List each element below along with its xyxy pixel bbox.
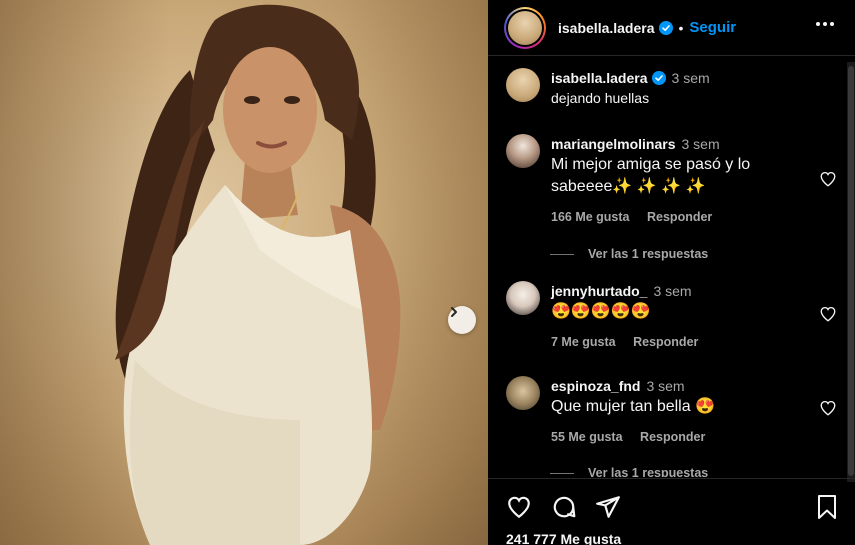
post-header: isabella.ladera • Seguir — [488, 0, 855, 56]
comment-username[interactable]: isabella.ladera — [551, 70, 648, 86]
comment-time[interactable]: 3 sem — [672, 70, 710, 86]
replies-line — [550, 253, 574, 255]
comment-username[interactable]: espinoza_fnd — [551, 378, 640, 394]
avatar[interactable] — [506, 281, 540, 315]
author-avatar-ring[interactable] — [504, 6, 546, 49]
avatar[interactable] — [506, 376, 540, 410]
comment-likes[interactable]: 166 Me gusta — [551, 210, 630, 224]
comments-list[interactable]: isabella.ladera 3 sem dejando huellas mar… — [488, 57, 855, 477]
scrollbar-thumb[interactable] — [848, 66, 854, 476]
photo-illustration — [115, 4, 401, 545]
comment-item: mariangelmolinars 3 sem Mi mejor amiga se… — [506, 134, 836, 224]
reply-button[interactable]: Responder — [633, 335, 698, 349]
comment-icon[interactable] — [551, 494, 577, 520]
view-replies-button[interactable]: Ver las 1 respuestas — [550, 466, 708, 477]
comment-likes[interactable]: 55 Me gusta — [551, 430, 623, 444]
replies-line — [550, 472, 574, 474]
follow-button[interactable]: Seguir — [689, 19, 736, 36]
post-side-panel: isabella.ladera • Seguir isabella.ladera… — [488, 0, 855, 545]
chevron-right-icon — [451, 307, 457, 317]
comment-text: Que mujer tan bella 😍 — [551, 398, 715, 415]
comment-text-line1: Mi mejor amiga se pasó y lo — [551, 156, 751, 173]
heart-icon[interactable] — [819, 305, 837, 323]
author-avatar[interactable] — [508, 10, 542, 45]
verified-badge-icon — [651, 71, 666, 85]
send-icon[interactable] — [595, 494, 621, 520]
reply-button[interactable]: Responder — [640, 430, 705, 444]
view-replies-label[interactable]: Ver las 1 respuestas — [588, 247, 708, 261]
comment-text: 😍😍😍😍😍 — [551, 303, 651, 320]
comment-time[interactable]: 3 sem — [653, 283, 691, 299]
comment-username[interactable]: mariangelmolinars — [551, 136, 676, 152]
more-options-icon[interactable] — [815, 14, 835, 34]
post-actions-bar: 241 777 Me gusta — [488, 478, 855, 545]
comment-time[interactable]: 3 sem — [646, 378, 684, 394]
comment-username[interactable]: jennyhurtado_ — [551, 283, 647, 299]
comment-text-line2: sabeeee✨ ✨ ✨ ✨ — [551, 178, 706, 195]
post-photo[interactable] — [0, 0, 488, 545]
heart-icon[interactable] — [819, 170, 837, 188]
view-replies-button[interactable]: Ver las 1 respuestas — [550, 247, 708, 261]
next-photo-button[interactable] — [448, 306, 476, 334]
reply-button[interactable]: Responder — [647, 210, 712, 224]
comments-scrollbar[interactable] — [847, 62, 855, 482]
heart-icon[interactable] — [506, 494, 532, 520]
author-username[interactable]: isabella.ladera — [558, 20, 655, 36]
avatar[interactable] — [506, 68, 540, 102]
view-replies-label[interactable]: Ver las 1 respuestas — [588, 466, 708, 477]
comment-time[interactable]: 3 sem — [682, 136, 720, 152]
comment-item: espinoza_fnd 3 sem Que mujer tan bella 😍 … — [506, 376, 836, 444]
caption-text: dejando huellas — [551, 90, 650, 106]
verified-badge-icon — [658, 20, 673, 35]
likes-count[interactable]: 241 777 Me gusta — [506, 531, 621, 545]
header-separator: • — [678, 19, 684, 36]
heart-icon[interactable] — [819, 399, 837, 417]
bookmark-icon[interactable] — [815, 494, 839, 520]
comment-likes[interactable]: 7 Me gusta — [551, 335, 616, 349]
caption: isabella.ladera 3 sem dejando huellas — [506, 68, 836, 108]
comment-item: jennyhurtado_ 3 sem 😍😍😍😍😍 7 Me gusta Resp… — [506, 281, 836, 349]
avatar[interactable] — [506, 134, 540, 168]
